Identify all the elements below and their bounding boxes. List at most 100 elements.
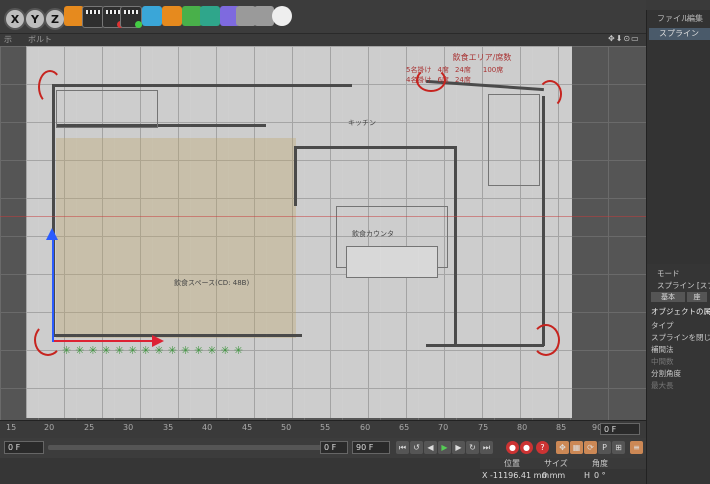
attr-close-spline[interactable]: スプラインを閉じる [651, 332, 710, 343]
frame-field-end[interactable]: 90 F [352, 441, 390, 454]
main-toolbar: X Y Z [0, 0, 646, 34]
h-label: H [584, 471, 591, 480]
viewport[interactable]: 飲食エリア/席数 5名掛け 4席 24席 100席 4名掛け 6席 24席 飲食… [0, 46, 646, 420]
seat-summary-title: 飲食エリア/席数 [452, 53, 512, 62]
camera-icon[interactable] [254, 6, 274, 26]
material-manager [0, 458, 480, 484]
wall [52, 334, 302, 337]
menu-mode[interactable]: モード [657, 268, 680, 279]
next-key-icon[interactable]: ↻ [466, 441, 479, 454]
rotation-header: 角度 [592, 459, 608, 468]
timeline-range-slider[interactable] [48, 445, 338, 450]
x-axis-handle[interactable] [54, 340, 154, 342]
param-key-icon[interactable]: P [598, 441, 611, 454]
pen-spline-icon[interactable] [162, 6, 182, 26]
timeline-tick: 85 [556, 423, 567, 432]
floor-icon[interactable] [236, 6, 256, 26]
frame-field-left[interactable]: 0 F [4, 441, 44, 454]
y-axis-lock-button[interactable]: Y [24, 8, 46, 30]
array-icon[interactable] [200, 6, 220, 26]
x-axis-lock-button[interactable]: X [4, 8, 26, 30]
goto-end-icon[interactable]: ⏭ [480, 441, 493, 454]
viewport-menubar: 示 ボルト ✥⬇⊙▭ [0, 34, 646, 46]
timeline-tick: 65 [399, 423, 410, 432]
x-size-field[interactable]: 0 mm [542, 471, 565, 480]
room-label: 飲食スペース(CD: 48B) [174, 279, 250, 287]
seating-area-tint [56, 138, 296, 338]
attribute-manager: モード スプライン [スプ 基本 座 オブジェクトの属性 タイプ スプラインを閉… [646, 264, 710, 484]
wall [426, 344, 544, 347]
timeline-tick: 15 [6, 423, 17, 432]
attr-type[interactable]: タイプ [651, 320, 674, 331]
frame-field-start[interactable]: 0 F [320, 441, 348, 454]
timeline-tick: 35 [163, 423, 174, 432]
prev-frame-icon[interactable]: ◀ [424, 441, 437, 454]
wall [542, 96, 545, 346]
play-icon[interactable]: ▶ [438, 441, 451, 454]
scale-key-icon[interactable]: ▦ [570, 441, 583, 454]
coordinates-header: 位置 サイズ 角度 [480, 458, 646, 469]
menu-bolt[interactable]: ボルト [28, 34, 52, 45]
current-frame-field[interactable]: 0 F [600, 423, 640, 435]
record-icon[interactable]: ● [506, 441, 519, 454]
h-angle-field[interactable]: 0 ° [594, 471, 606, 480]
timeline-tick: 20 [44, 423, 55, 432]
timeline-tick: 60 [360, 423, 371, 432]
x-axis-arrow-icon[interactable] [152, 335, 164, 347]
kitchen-label: キッチン [348, 119, 376, 127]
y-axis-handle[interactable] [52, 236, 54, 342]
timeline-menu-icon[interactable]: ≡ [630, 441, 643, 454]
render-settings-icon[interactable] [120, 6, 142, 28]
horizon-guide-line [0, 216, 646, 217]
counter-label: 飲食カウンタ [352, 230, 394, 238]
z-axis-lock-button[interactable]: Z [44, 8, 66, 30]
rotate-key-icon[interactable]: ⟳ [584, 441, 597, 454]
next-frame-icon[interactable]: ▶ [452, 441, 465, 454]
object-list-item[interactable]: スプライン [649, 28, 710, 40]
menu-file[interactable]: ファイル [657, 13, 689, 24]
menu-edit[interactable]: 編集 [687, 13, 703, 24]
keyframe-selection-icon[interactable]: ? [536, 441, 549, 454]
subdivision-icon[interactable] [182, 6, 202, 26]
attr-max-length[interactable]: 最大長 [651, 380, 674, 391]
timeline-tick: 80 [517, 423, 528, 432]
cube-icon[interactable] [142, 6, 162, 26]
light-icon[interactable] [272, 6, 292, 26]
pla-key-icon[interactable]: ⊞ [612, 441, 625, 454]
timeline-tick: 75 [478, 423, 489, 432]
attr-intermediate[interactable]: 中間数 [651, 356, 674, 367]
timeline-tick: 25 [84, 423, 95, 432]
position-header: 位置 [504, 459, 520, 468]
goto-start-icon[interactable]: ⏮ [396, 441, 409, 454]
timeline-tick: 50 [281, 423, 292, 432]
coordinate-system-icon[interactable] [64, 6, 84, 26]
viewport-nav-icons[interactable]: ✥⬇⊙▭ [608, 34, 640, 43]
red-circle-mark [538, 80, 562, 108]
tab-coord[interactable]: 座 [687, 292, 707, 302]
timeline-tick: 55 [320, 423, 331, 432]
attr-interpolation[interactable]: 補間法 [651, 344, 674, 355]
tab-basic[interactable]: 基本 [651, 292, 685, 302]
timeline-tick: 70 [438, 423, 449, 432]
x-position-field[interactable]: -11196.41 mm [490, 471, 549, 480]
attr-object-name: スプライン [スプ [657, 281, 710, 290]
red-circle-mark [532, 324, 560, 356]
wall [294, 146, 297, 206]
prev-key-icon[interactable]: ↺ [410, 441, 423, 454]
attr-angle[interactable]: 分割角度 [651, 368, 681, 379]
transport-bar: 0 F 0 F 90 F ⏮ ↺ ◀ ▶ ▶ ↻ ⏭ ● ● ? ✥ ▦ ⟳ P… [0, 438, 646, 458]
timeline-ruler[interactable]: 15 20 25 30 35 40 45 50 55 60 65 70 75 8… [0, 420, 646, 438]
timeline-tick: 40 [202, 423, 213, 432]
y-axis-arrow-icon[interactable] [46, 228, 58, 240]
render-view-icon[interactable] [82, 6, 104, 28]
menu-display[interactable]: 示 [4, 34, 12, 45]
stair-outline [488, 94, 540, 186]
wall [454, 146, 457, 346]
attr-section-title: オブジェクトの属性 [651, 307, 710, 316]
autokey-icon[interactable]: ● [520, 441, 533, 454]
floor-plan-image: 飲食エリア/席数 5名掛け 4席 24席 100席 4名掛け 6席 24席 飲食… [26, 46, 572, 418]
wall [52, 84, 352, 87]
move-key-icon[interactable]: ✥ [556, 441, 569, 454]
bar-counter [346, 246, 438, 278]
timeline-tick: 45 [242, 423, 253, 432]
